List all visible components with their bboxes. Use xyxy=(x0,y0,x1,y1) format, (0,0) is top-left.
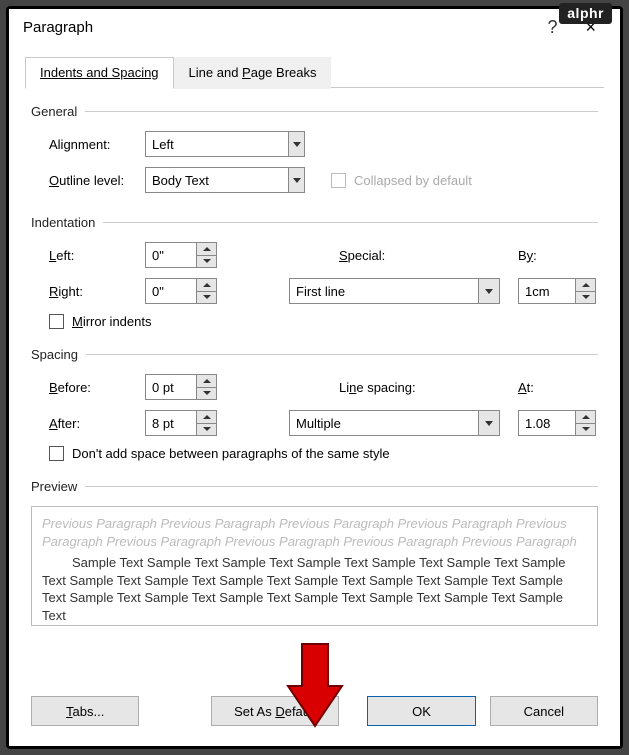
mirror-indents-checkbox[interactable]: Mirror indents xyxy=(49,314,151,329)
section-spacing: Spacing Before: Line spacing: At: xyxy=(31,347,598,461)
by-spinner[interactable] xyxy=(518,278,598,304)
line-spacing-combo[interactable] xyxy=(289,410,500,436)
spinner-down-icon[interactable] xyxy=(197,292,216,304)
pointer-arrow-icon xyxy=(280,638,350,728)
tab-indents-spacing[interactable]: Indents and Spacing xyxy=(25,57,174,89)
tab-strip: Indents and Spacing Line and Page Breaks xyxy=(9,46,620,88)
special-combo[interactable] xyxy=(289,278,500,304)
collapsed-checkbox: Collapsed by default xyxy=(331,173,472,188)
outline-input[interactable] xyxy=(145,167,288,193)
by-label: By: xyxy=(518,248,598,263)
indentation-header: Indentation xyxy=(31,215,103,230)
ok-button[interactable]: OK xyxy=(367,696,475,726)
spinner-down-icon[interactable] xyxy=(197,256,216,268)
before-label: Before: xyxy=(49,380,145,395)
right-indent-spinner[interactable] xyxy=(145,278,217,304)
outline-label: Outline level: xyxy=(49,173,145,188)
after-spinner[interactable] xyxy=(145,410,217,436)
spinner-up-icon[interactable] xyxy=(197,411,216,424)
section-indentation: Indentation Left: Special: By: xyxy=(31,215,598,329)
chevron-down-icon[interactable] xyxy=(478,278,500,304)
alignment-input[interactable] xyxy=(145,131,288,157)
paragraph-dialog: Paragraph ? × Indents and Spacing Line a… xyxy=(9,9,620,746)
line-spacing-label: Line spacing: xyxy=(339,380,500,395)
tab-line-page-breaks[interactable]: Line and Page Breaks xyxy=(174,57,332,89)
watermark: alphr xyxy=(559,3,612,24)
cancel-button[interactable]: Cancel xyxy=(490,696,598,726)
no-add-space-checkbox[interactable]: Don't add space between paragraphs of th… xyxy=(49,446,390,461)
section-general: General Alignment: Outline level: xyxy=(31,104,598,193)
after-label: After: xyxy=(49,416,145,431)
preview-box: Previous Paragraph Previous Paragraph Pr… xyxy=(31,506,598,626)
tabs-button[interactable]: Tabs... xyxy=(31,696,139,726)
spinner-up-icon[interactable] xyxy=(197,243,216,256)
chevron-down-icon[interactable] xyxy=(478,410,500,436)
spinner-up-icon[interactable] xyxy=(576,411,595,424)
general-header: General xyxy=(31,104,85,119)
at-label: At: xyxy=(518,380,598,395)
section-preview: Preview Previous Paragraph Previous Para… xyxy=(31,479,598,626)
spinner-up-icon[interactable] xyxy=(197,279,216,292)
before-spinner[interactable] xyxy=(145,374,217,400)
preview-header: Preview xyxy=(31,479,85,494)
spinner-down-icon[interactable] xyxy=(197,424,216,436)
spinner-up-icon[interactable] xyxy=(197,375,216,388)
spacing-header: Spacing xyxy=(31,347,86,362)
chevron-down-icon[interactable] xyxy=(288,167,305,193)
spinner-down-icon[interactable] xyxy=(197,388,216,400)
right-indent-label: Right: xyxy=(49,284,145,299)
titlebar: Paragraph ? × xyxy=(9,9,620,46)
special-label: Special: xyxy=(339,248,500,263)
left-indent-spinner[interactable] xyxy=(145,242,217,268)
dialog-title: Paragraph xyxy=(23,19,93,36)
outline-level-combo[interactable] xyxy=(145,167,305,193)
chevron-down-icon[interactable] xyxy=(288,131,305,157)
spinner-down-icon[interactable] xyxy=(576,424,595,436)
spinner-up-icon[interactable] xyxy=(576,279,595,292)
at-spinner[interactable] xyxy=(518,410,598,436)
spinner-down-icon[interactable] xyxy=(576,292,595,304)
alignment-label: Alignment: xyxy=(49,137,145,152)
alignment-combo[interactable] xyxy=(145,131,305,157)
left-indent-label: Left: xyxy=(49,248,145,263)
